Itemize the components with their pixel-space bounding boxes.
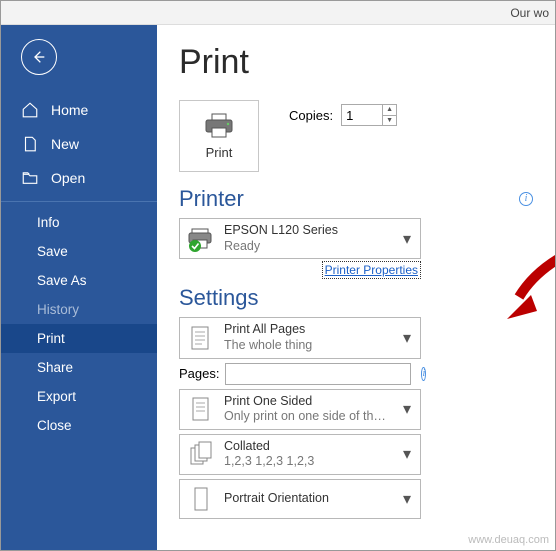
nav-close[interactable]: Close xyxy=(1,411,157,440)
pages-label: Pages: xyxy=(179,366,219,381)
nav-label: Save xyxy=(37,244,68,259)
nav-label: Save As xyxy=(37,273,87,288)
chevron-down-icon: ▾ xyxy=(400,447,414,461)
copies-spinner[interactable]: ▲ ▼ xyxy=(341,104,397,126)
sides-title: Print One Sided xyxy=(224,394,392,410)
nav-info[interactable]: Info xyxy=(1,208,157,237)
collate-selector[interactable]: Collated 1,2,3 1,2,3 1,2,3 ▾ xyxy=(179,434,421,475)
sides-sub: Only print on one side of th… xyxy=(224,409,392,425)
collate-sub: 1,2,3 1,2,3 1,2,3 xyxy=(224,454,392,470)
collate-text: Collated 1,2,3 1,2,3 1,2,3 xyxy=(224,439,392,470)
print-button[interactable]: Print xyxy=(179,100,259,172)
copies-input[interactable] xyxy=(342,105,382,125)
chevron-down-icon: ▾ xyxy=(400,402,414,416)
new-doc-icon xyxy=(21,135,39,153)
printer-status: Ready xyxy=(224,239,392,255)
printer-selector[interactable]: EPSON L120 Series Ready ▾ xyxy=(179,218,421,259)
printer-name: EPSON L120 Series xyxy=(224,223,392,239)
printer-info-icon[interactable]: i xyxy=(519,192,533,206)
print-button-label: Print xyxy=(206,145,233,160)
open-folder-icon xyxy=(21,169,39,187)
settings-heading: Settings xyxy=(179,285,533,311)
orientation-text: Portrait Orientation xyxy=(224,491,392,507)
printer-text: EPSON L120 Series Ready xyxy=(224,223,392,254)
one-sided-icon xyxy=(186,394,216,424)
collate-title: Collated xyxy=(224,439,392,455)
watermark: www.deuaq.com xyxy=(468,534,549,546)
nav-label: Share xyxy=(37,360,73,375)
printer-heading: Printer xyxy=(179,186,533,212)
print-range-title: Print All Pages xyxy=(224,322,392,338)
copies-arrows[interactable]: ▲ ▼ xyxy=(382,105,396,125)
main-panel: Print Print Copies: ▲ ▼ i Printer xyxy=(157,25,555,550)
chevron-down-icon: ▾ xyxy=(400,492,414,506)
nav-new[interactable]: New xyxy=(1,127,157,161)
nav-label: New xyxy=(51,136,79,152)
nav-home[interactable]: Home xyxy=(1,93,157,127)
nav-print[interactable]: Print xyxy=(1,324,157,353)
nav-export[interactable]: Export xyxy=(1,382,157,411)
printer-icon xyxy=(203,113,235,139)
pages-row: Pages: i xyxy=(179,363,421,385)
chevron-down-icon: ▾ xyxy=(400,331,414,345)
nav-share[interactable]: Share xyxy=(1,353,157,382)
printer-status-icon xyxy=(186,224,216,254)
pages-icon xyxy=(186,323,216,353)
nav-save[interactable]: Save xyxy=(1,237,157,266)
pages-info-icon[interactable]: i xyxy=(421,367,426,381)
copies-up-icon[interactable]: ▲ xyxy=(383,105,396,116)
nav-label: Print xyxy=(37,331,65,346)
nav-label: Export xyxy=(37,389,76,404)
copies-down-icon[interactable]: ▼ xyxy=(383,116,396,126)
nav-saveas[interactable]: Save As xyxy=(1,266,157,295)
sides-selector[interactable]: Print One Sided Only print on one side o… xyxy=(179,389,421,430)
orientation-title: Portrait Orientation xyxy=(224,491,392,507)
orientation-selector[interactable]: Portrait Orientation ▾ xyxy=(179,479,421,519)
chevron-down-icon: ▾ xyxy=(400,232,414,246)
nav-label: Close xyxy=(37,418,72,433)
page-title: Print xyxy=(179,43,533,82)
print-row: Print Copies: ▲ ▼ xyxy=(179,100,533,172)
nav-label: Home xyxy=(51,102,88,118)
printer-properties-link[interactable]: Printer Properties xyxy=(322,261,421,279)
titlebar: Our wo xyxy=(1,1,555,25)
titlebar-text: Our wo xyxy=(510,6,549,20)
printer-section: i Printer EPSON L120 Series Ready ▾ Prin… xyxy=(179,186,533,277)
print-range-selector[interactable]: Print All Pages The whole thing ▾ xyxy=(179,317,421,358)
nav-divider xyxy=(1,201,157,202)
nav-label: Info xyxy=(37,215,60,230)
back-button[interactable] xyxy=(21,39,57,75)
nav-history[interactable]: History xyxy=(1,295,157,324)
sides-text: Print One Sided Only print on one side o… xyxy=(224,394,392,425)
home-icon xyxy=(21,101,39,119)
printer-properties-row: Printer Properties xyxy=(179,263,421,277)
nav-open[interactable]: Open xyxy=(1,161,157,195)
back-arrow-icon xyxy=(31,49,47,65)
portrait-icon xyxy=(186,484,216,514)
print-range-text: Print All Pages The whole thing xyxy=(224,322,392,353)
print-range-sub: The whole thing xyxy=(224,338,392,354)
copies-label: Copies: xyxy=(289,108,333,123)
backstage-sidebar: Home New Open Info Save Save As History … xyxy=(1,25,157,550)
collated-icon xyxy=(186,439,216,469)
nav-label: Open xyxy=(51,170,85,186)
copies-row: Copies: ▲ ▼ xyxy=(289,104,397,126)
pages-input[interactable] xyxy=(225,363,411,385)
nav-label: History xyxy=(37,302,79,317)
